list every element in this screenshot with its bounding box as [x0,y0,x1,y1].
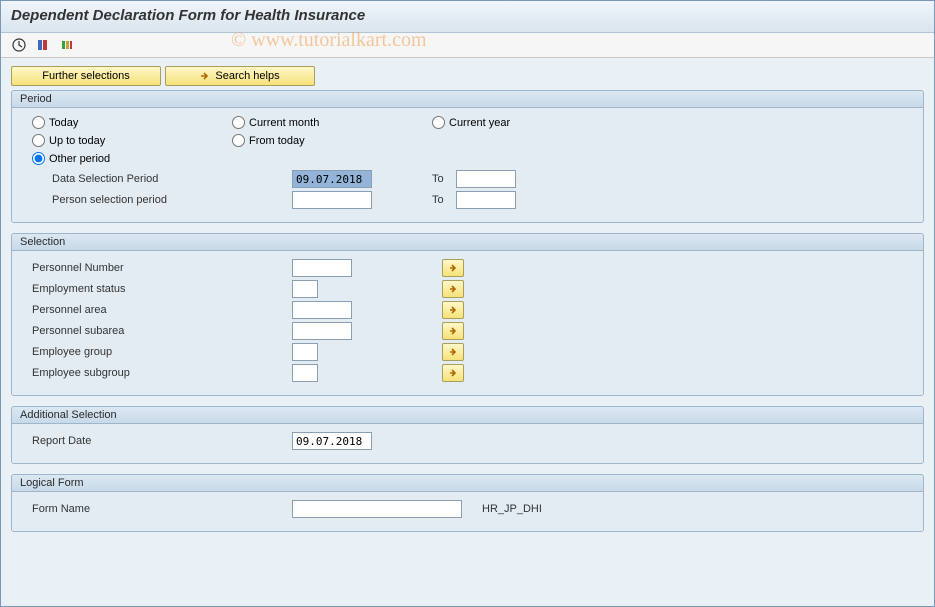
execute-icon[interactable] [9,36,29,54]
employment-status-label: Employment status [32,283,292,295]
arrow-right-icon [448,305,458,315]
employee-group-input[interactable] [292,343,318,361]
person-selection-period-label: Person selection period [32,194,292,206]
employee-subgroup-input[interactable] [292,364,318,382]
employee-subgroup-multiselect-button[interactable] [442,364,464,382]
additional-selection-group-title: Additional Selection [12,407,923,424]
data-selection-period-label: Data Selection Period [32,173,292,185]
personnel-number-input[interactable] [292,259,352,277]
personnel-number-label: Personnel Number [32,262,292,274]
personnel-area-label: Personnel area [32,304,292,316]
radio-other-period-label: Other period [49,153,110,165]
arrow-right-icon [448,368,458,378]
layout-icon[interactable] [57,36,77,54]
content-area: Further selections Search helps Period T… [1,58,934,606]
radio-today-input[interactable] [32,116,45,129]
arrow-right-icon [200,71,210,81]
title-bar: Dependent Declaration Form for Health In… [1,1,934,33]
employee-group-multiselect-button[interactable] [442,343,464,361]
radio-current-month-label: Current month [249,117,319,129]
selection-group-title: Selection [12,234,923,251]
page-title: Dependent Declaration Form for Health In… [11,7,924,24]
radio-from-today-input[interactable] [232,134,245,147]
radio-other-period[interactable]: Other period [32,152,232,165]
radio-current-month-input[interactable] [232,116,245,129]
radio-current-month[interactable]: Current month [232,116,432,129]
selection-group: Selection Personnel Number Employment st… [11,233,924,396]
radio-current-year[interactable]: Current year [432,116,632,129]
report-date-input[interactable] [292,432,372,450]
data-selection-to-input[interactable] [456,170,516,188]
logical-form-group-title: Logical Form [12,475,923,492]
arrow-right-icon [448,284,458,294]
report-date-label: Report Date [32,435,292,447]
radio-up-to-today[interactable]: Up to today [32,134,232,147]
employment-status-multiselect-button[interactable] [442,280,464,298]
further-selections-label: Further selections [42,70,129,82]
radio-from-today[interactable]: From today [232,134,432,147]
data-selection-from-input[interactable] [292,170,372,188]
person-selection-to-input[interactable] [456,191,516,209]
form-name-label: Form Name [32,503,292,515]
personnel-area-input[interactable] [292,301,352,319]
arrow-right-icon [448,263,458,273]
toolbar [1,33,934,58]
radio-up-to-today-input[interactable] [32,134,45,147]
additional-selection-group: Additional Selection Report Date [11,406,924,464]
period-group: Period Today Current month Current year [11,90,924,223]
form-name-suffix: HR_JP_DHI [482,503,542,515]
action-buttons-row: Further selections Search helps [11,66,924,86]
personnel-subarea-multiselect-button[interactable] [442,322,464,340]
personnel-area-multiselect-button[interactable] [442,301,464,319]
form-name-input[interactable] [292,500,462,518]
personnel-number-multiselect-button[interactable] [442,259,464,277]
radio-current-year-input[interactable] [432,116,445,129]
variant-icon[interactable] [33,36,53,54]
radio-other-period-input[interactable] [32,152,45,165]
radio-today-label: Today [49,117,78,129]
employee-subgroup-label: Employee subgroup [32,367,292,379]
personnel-subarea-label: Personnel subarea [32,325,292,337]
radio-from-today-label: From today [249,135,305,147]
period-group-title: Period [12,91,923,108]
person-selection-from-input[interactable] [292,191,372,209]
to-label-1: To [432,173,444,185]
personnel-subarea-input[interactable] [292,322,352,340]
logical-form-group: Logical Form Form Name HR_JP_DHI [11,474,924,532]
radio-current-year-label: Current year [449,117,510,129]
further-selections-button[interactable]: Further selections [11,66,161,86]
arrow-right-icon [448,347,458,357]
employment-status-input[interactable] [292,280,318,298]
to-label-2: To [432,194,444,206]
radio-up-to-today-label: Up to today [49,135,105,147]
search-helps-label: Search helps [215,70,279,82]
search-helps-button[interactable]: Search helps [165,66,315,86]
arrow-right-icon [448,326,458,336]
radio-today[interactable]: Today [32,116,232,129]
employee-group-label: Employee group [32,346,292,358]
